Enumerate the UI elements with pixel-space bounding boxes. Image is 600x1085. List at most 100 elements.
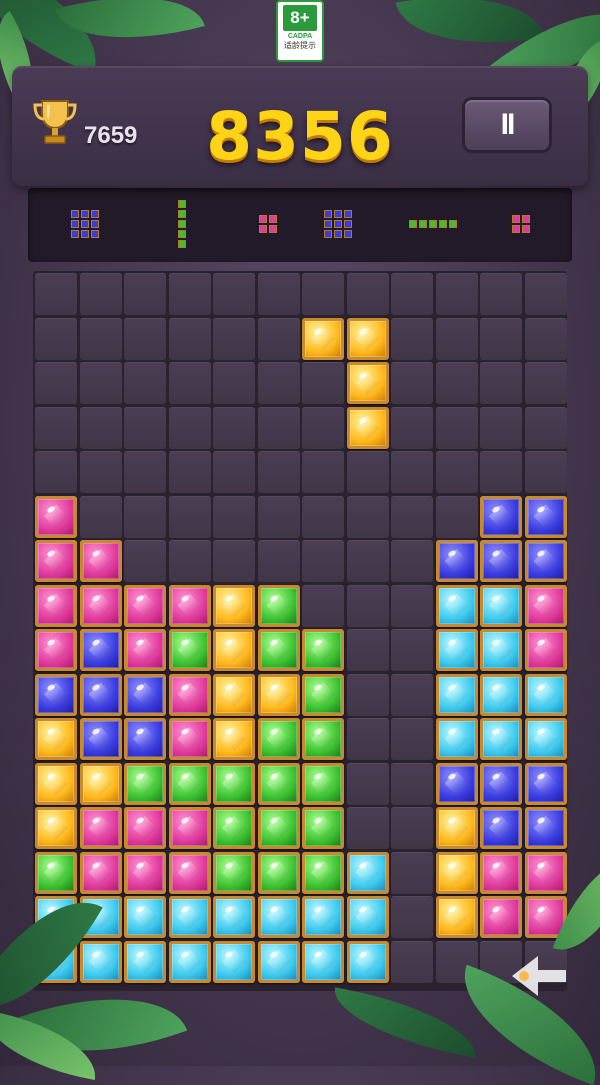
- blue-gem-block: [480, 762, 522, 805]
- board-cell: [35, 317, 77, 360]
- pink-gem-block: [35, 540, 77, 582]
- board-cell: [391, 940, 433, 983]
- yellow-gem-block: [346, 362, 389, 404]
- pink-gem-block: [124, 584, 166, 627]
- board-cell: [391, 896, 433, 938]
- preview-gem: [522, 215, 530, 223]
- blue-gem-block: [435, 540, 478, 582]
- green-gem-block: [257, 851, 300, 894]
- preview-gem: [324, 210, 332, 218]
- board-cell: [391, 362, 433, 404]
- yellow-gem-block: [35, 807, 77, 849]
- pink-gem-block: [79, 807, 122, 849]
- green-gem-block: [257, 762, 300, 805]
- preview-gem: [178, 210, 186, 218]
- age-rating: 8+: [283, 5, 317, 31]
- preview-gem: [344, 220, 352, 228]
- board-cell: [124, 495, 166, 538]
- board-cell: [391, 851, 433, 894]
- pink-gem-block: [480, 896, 522, 938]
- yellow-gem-block: [35, 718, 77, 760]
- blue-gem-block: [524, 762, 567, 805]
- yellow-gem-block: [35, 762, 77, 805]
- pink-gem-block: [480, 851, 522, 894]
- pink-gem-block: [124, 807, 166, 849]
- board-cell: [346, 584, 389, 627]
- board-cell: [302, 362, 344, 404]
- next-piece-preview[interactable]: [409, 220, 459, 230]
- pause-button[interactable]: II: [462, 97, 552, 153]
- pink-gem-block: [79, 584, 122, 627]
- board-cell: [391, 718, 433, 760]
- board-cell: [124, 451, 166, 493]
- preview-gem: [269, 225, 277, 233]
- jungle-leaf-decoration: [327, 987, 483, 1058]
- preview-gem: [91, 230, 99, 238]
- blue-gem-block: [480, 807, 522, 849]
- board-cell: [391, 807, 433, 849]
- cyan-gem-block: [480, 584, 522, 627]
- green-gem-block: [257, 629, 300, 671]
- next-piece-preview[interactable]: [178, 200, 188, 250]
- board-cell: [346, 495, 389, 538]
- pink-gem-block: [124, 851, 166, 894]
- pink-gem-block: [35, 495, 77, 538]
- green-gem-block: [213, 807, 255, 849]
- pink-gem-block: [168, 718, 211, 760]
- cyan-gem-block: [213, 940, 255, 983]
- preview-gem: [449, 220, 457, 228]
- board-cell: [302, 540, 344, 582]
- board-cell: [435, 495, 478, 538]
- next-piece-preview[interactable]: [71, 210, 101, 240]
- yellow-gem-block: [213, 718, 255, 760]
- pink-gem-block: [168, 807, 211, 849]
- preview-gem: [91, 220, 99, 228]
- preview-gem: [344, 230, 352, 238]
- board-cell: [257, 451, 300, 493]
- preview-gem: [178, 240, 186, 248]
- board-cell: [168, 495, 211, 538]
- cyan-gem-block: [435, 718, 478, 760]
- green-gem-block: [257, 718, 300, 760]
- next-piece-preview[interactable]: [324, 210, 354, 240]
- pink-gem-block: [79, 540, 122, 582]
- board-cell: [302, 584, 344, 627]
- pink-gem-block: [524, 851, 567, 894]
- yellow-gem-block: [257, 673, 300, 716]
- board-cell: [435, 451, 478, 493]
- preview-gem: [81, 210, 89, 218]
- green-gem-block: [302, 807, 344, 849]
- game-board[interactable]: [33, 271, 567, 991]
- next-pieces-preview: [28, 188, 572, 262]
- cyan-gem-block: [435, 629, 478, 671]
- board-cell: [124, 406, 166, 449]
- cyan-gem-block: [435, 673, 478, 716]
- preview-gem: [81, 220, 89, 228]
- preview-gem: [178, 200, 186, 208]
- board-cell: [524, 406, 567, 449]
- board-cell: [302, 451, 344, 493]
- board-cell: [35, 362, 77, 404]
- blue-gem-block: [124, 718, 166, 760]
- board-cell: [213, 406, 255, 449]
- pink-gem-block: [524, 584, 567, 627]
- green-gem-block: [257, 807, 300, 849]
- board-cell: [124, 317, 166, 360]
- cyan-gem-block: [302, 896, 344, 938]
- cyan-gem-block: [346, 851, 389, 894]
- green-gem-block: [168, 629, 211, 671]
- next-piece-preview[interactable]: [259, 215, 279, 235]
- preview-gem: [419, 220, 427, 228]
- next-piece-preview[interactable]: [512, 215, 532, 235]
- board-cell: [435, 406, 478, 449]
- board-cell: [79, 495, 122, 538]
- board-cell: [480, 362, 522, 404]
- preview-gem: [409, 220, 417, 228]
- board-cell: [391, 673, 433, 716]
- best-score: 7659: [84, 122, 138, 149]
- preview-gem: [178, 220, 186, 228]
- board-cell: [35, 273, 77, 315]
- cyan-gem-block: [346, 896, 389, 938]
- board-cell: [480, 406, 522, 449]
- green-gem-block: [302, 718, 344, 760]
